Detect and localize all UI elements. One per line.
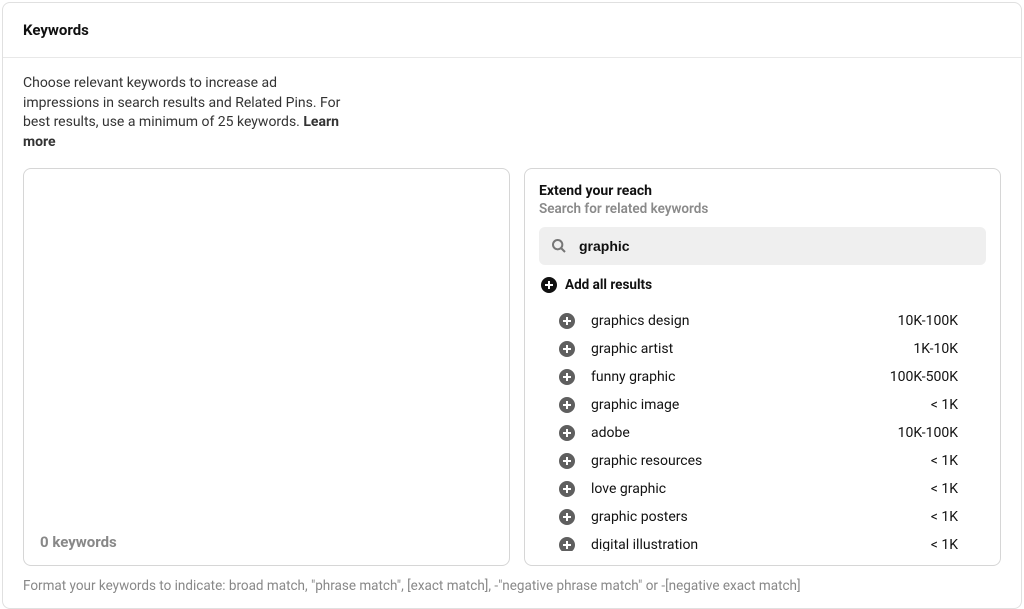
keyword-result-row: adobe 10K-100K [539,419,986,447]
keyword-result-volume: < 1K [882,453,982,469]
keyword-result-label: adobe [591,425,866,441]
keyword-result-label: graphic artist [591,341,866,357]
keyword-search-input[interactable] [539,227,986,265]
keyword-result-label: digital illustration [591,537,866,551]
keyword-count-label: 0 keywords [40,533,493,551]
keyword-result-row: graphic posters < 1K [539,503,986,531]
add-keyword-button[interactable] [559,341,575,357]
keyword-result-volume: < 1K [882,537,982,551]
keyword-result-volume: 100K-500K [882,369,982,385]
keyword-result-volume: < 1K [882,481,982,497]
keyword-results-list[interactable]: graphics design 10K-100K graphic artist 1K-… [539,307,992,551]
keyword-result-label: graphic posters [591,509,866,525]
keyword-result-row: funny graphic 100K-500K [539,363,986,391]
keyword-result-volume: 10K-100K [882,425,982,441]
keyword-result-row: graphics design 10K-100K [539,307,986,335]
plus-circle-icon [541,277,557,293]
selected-keywords-box[interactable]: 0 keywords [23,168,510,566]
keyword-result-row: graphic artist 1K-10K [539,335,986,363]
add-keyword-button[interactable] [559,313,575,329]
add-keyword-button[interactable] [559,425,575,441]
extend-reach-box: Extend your reach Search for related key… [524,168,1001,566]
add-keyword-button[interactable] [559,453,575,469]
add-keyword-button[interactable] [559,397,575,413]
keyword-result-row: love graphic < 1K [539,475,986,503]
keyword-result-row: digital illustration < 1K [539,531,986,551]
keyword-result-label: graphic resources [591,453,866,469]
keyword-result-row: graphic resources < 1K [539,447,986,475]
panels-row: 0 keywords Extend your reach Search for … [23,168,1001,566]
page-title: Keywords [23,21,1001,39]
add-keyword-button[interactable] [559,481,575,497]
add-keyword-button[interactable] [559,509,575,525]
extend-reach-title: Extend your reach [539,183,992,199]
panel-header: Keywords [3,3,1021,58]
keyword-result-row: graphic image < 1K [539,391,986,419]
add-all-label: Add all results [565,277,652,293]
add-keyword-button[interactable] [559,537,575,551]
description-text: Choose relevant keywords to increase ad … [23,75,340,130]
search-icon [551,238,567,254]
search-wrapper [539,227,986,265]
keyword-result-volume: < 1K [882,509,982,525]
add-all-results-button[interactable]: Add all results [539,277,992,293]
extend-reach-subtitle: Search for related keywords [539,201,992,217]
add-keyword-button[interactable] [559,369,575,385]
keyword-result-volume: 1K-10K [882,341,982,357]
keyword-result-label: graphics design [591,313,866,329]
keyword-result-label: love graphic [591,481,866,497]
keyword-result-label: graphic image [591,397,866,413]
panel-body: Choose relevant keywords to increase ad … [3,58,1021,608]
keyword-result-volume: 10K-100K [882,313,982,329]
keyword-result-volume: < 1K [882,397,982,413]
keywords-description: Choose relevant keywords to increase ad … [23,74,353,152]
keyword-result-label: funny graphic [591,369,866,385]
format-hint: Format your keywords to indicate: broad … [23,578,1001,594]
keywords-panel: Keywords Choose relevant keywords to inc… [2,2,1022,609]
